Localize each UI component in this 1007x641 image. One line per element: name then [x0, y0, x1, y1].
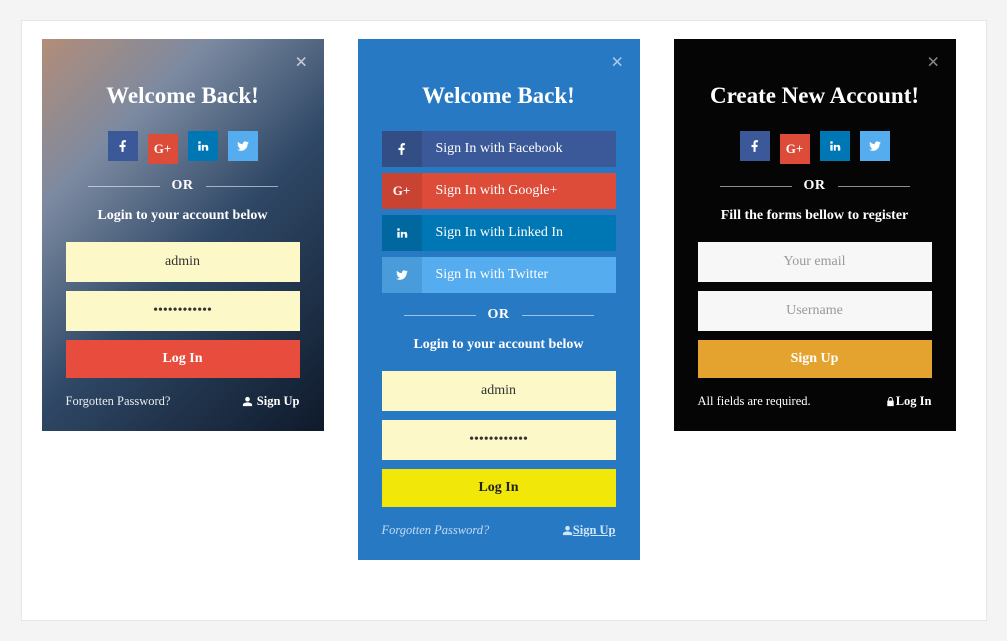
- googleplus-icon[interactable]: G+: [148, 134, 178, 164]
- linkedin-icon: [382, 215, 422, 251]
- signup-button[interactable]: Sign Up: [698, 340, 932, 378]
- close-icon[interactable]: ×: [295, 51, 308, 73]
- social-row: G+: [698, 131, 932, 164]
- card-footer: All fields are required. Log In: [698, 394, 932, 409]
- linkedin-signin-label: Sign In with Linked In: [422, 225, 616, 241]
- login-link[interactable]: Log In: [885, 394, 932, 409]
- linkedin-signin-button[interactable]: Sign In with Linked In: [382, 215, 616, 251]
- facebook-signin-button[interactable]: Sign In with Facebook: [382, 131, 616, 167]
- facebook-icon[interactable]: [108, 131, 138, 161]
- googleplus-icon[interactable]: G+: [780, 134, 810, 164]
- separator-label: OR: [488, 307, 510, 323]
- username-input[interactable]: [66, 242, 300, 282]
- social-stack: Sign In with Facebook G+ Sign In with Go…: [382, 131, 616, 293]
- separator: OR: [698, 178, 932, 194]
- facebook-signin-label: Sign In with Facebook: [422, 141, 616, 157]
- close-icon[interactable]: ×: [927, 51, 940, 73]
- page: × Welcome Back! G+ OR Login to your acco…: [21, 20, 987, 621]
- password-input[interactable]: [382, 420, 616, 460]
- twitter-icon[interactable]: [228, 131, 258, 161]
- footer-note: All fields are required.: [698, 394, 811, 409]
- googleplus-signin-label: Sign In with Google+: [422, 183, 616, 199]
- linkedin-icon[interactable]: [188, 131, 218, 161]
- password-input[interactable]: [66, 291, 300, 331]
- social-row: G+: [66, 131, 300, 164]
- card-title: Welcome Back!: [382, 83, 616, 109]
- googleplus-icon: G+: [382, 173, 422, 209]
- forgot-password-link[interactable]: Forgotten Password?: [382, 523, 490, 538]
- separator-label: OR: [804, 178, 826, 194]
- subtitle: Login to your account below: [66, 208, 300, 224]
- card-title: Welcome Back!: [66, 83, 300, 109]
- twitter-icon[interactable]: [860, 131, 890, 161]
- email-input[interactable]: [698, 242, 932, 282]
- twitter-icon: [382, 257, 422, 293]
- signup-link[interactable]: Sign Up: [562, 523, 616, 538]
- facebook-icon: [382, 131, 422, 167]
- forgot-password-link[interactable]: Forgotten Password?: [66, 394, 171, 409]
- login-button[interactable]: Log In: [382, 469, 616, 507]
- separator-label: OR: [172, 178, 194, 194]
- facebook-icon[interactable]: [740, 131, 770, 161]
- card-footer: Forgotten Password? Sign Up: [66, 394, 300, 409]
- linkedin-icon[interactable]: [820, 131, 850, 161]
- username-input[interactable]: [382, 371, 616, 411]
- login-card-photo: × Welcome Back! G+ OR Login to your acco…: [42, 39, 324, 431]
- subtitle: Fill the forms bellow to register: [698, 208, 932, 224]
- googleplus-signin-button[interactable]: G+ Sign In with Google+: [382, 173, 616, 209]
- login-button[interactable]: Log In: [66, 340, 300, 378]
- twitter-signin-label: Sign In with Twitter: [422, 267, 616, 283]
- close-icon[interactable]: ×: [611, 51, 624, 73]
- subtitle: Login to your account below: [382, 337, 616, 353]
- signup-link[interactable]: Sign Up: [242, 394, 300, 409]
- separator: OR: [382, 307, 616, 323]
- username-input[interactable]: [698, 291, 932, 331]
- card-footer: Forgotten Password? Sign Up: [382, 523, 616, 538]
- card-title: Create New Account!: [698, 83, 932, 109]
- separator: OR: [66, 178, 300, 194]
- signup-card-dark: × Create New Account! G+ OR Fill the for…: [674, 39, 956, 431]
- login-card-blue: × Welcome Back! Sign In with Facebook G+…: [358, 39, 640, 560]
- twitter-signin-button[interactable]: Sign In with Twitter: [382, 257, 616, 293]
